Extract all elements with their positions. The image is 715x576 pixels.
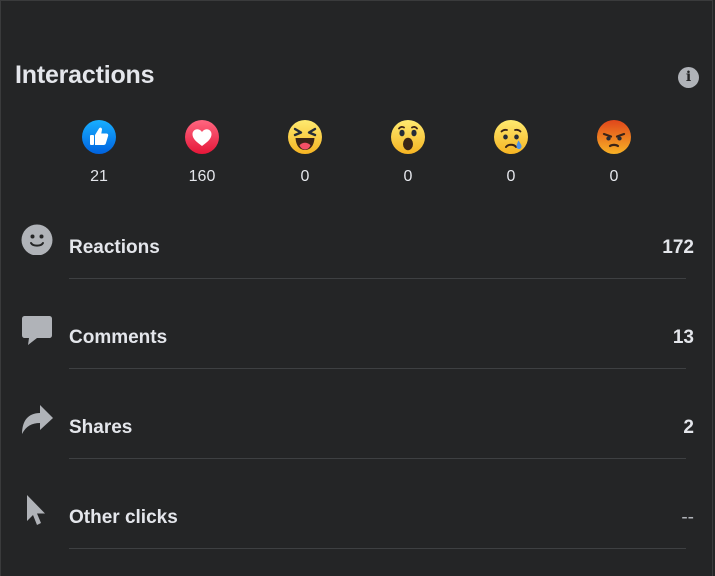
divider [69,548,686,549]
metric-value-other-clicks: -- [681,507,694,528]
reaction-haha: 0 [253,119,357,186]
divider [69,368,686,369]
reaction-wow: 0 [356,119,460,186]
interactions-panel: Interactions i 21 160 0 0 0 0 Reactions … [0,0,713,576]
reaction-wow-count: 0 [403,168,413,185]
metric-value-reactions: 172 [662,237,694,258]
share-icon [22,405,53,434]
metric-value-comments: 13 [672,327,694,348]
panel-title: Interactions [15,61,155,89]
reaction-like: 21 [47,119,151,186]
metric-label-comments: Comments [69,327,168,348]
sad-icon [494,120,528,154]
wow-icon [391,120,425,154]
divider [69,458,686,459]
reaction-love: 160 [150,119,254,186]
metric-label-reactions: Reactions [69,237,160,258]
like-icon [82,120,116,154]
panel-header: Interactions i [15,61,699,95]
metric-label-shares: Shares [69,417,133,438]
reaction-breakdown: 21 160 0 0 0 0 [47,119,667,191]
metric-row-comments: Comments 13 [21,313,694,383]
metric-row-other-clicks: Other clicks -- [21,493,694,563]
love-icon [185,120,219,154]
angry-icon [597,120,631,154]
reaction-angry-count: 0 [609,168,619,185]
reaction-angry: 0 [562,119,666,186]
reaction-haha-count: 0 [300,168,310,185]
divider [69,278,686,279]
metric-row-reactions: Reactions 172 [21,223,694,293]
reaction-sad-count: 0 [506,168,516,185]
reaction-love-count: 160 [188,168,216,185]
reaction-sad: 0 [459,119,563,186]
metric-label-other-clicks: Other clicks [69,507,178,528]
comment-icon [22,316,52,345]
metric-value-shares: 2 [683,417,694,438]
metric-row-shares: Shares 2 [21,403,694,473]
reaction-like-count: 21 [90,168,108,185]
smiley-icon [21,224,53,255]
haha-icon [288,120,322,154]
info-icon[interactable]: i [678,67,699,88]
cursor-icon [27,495,45,525]
